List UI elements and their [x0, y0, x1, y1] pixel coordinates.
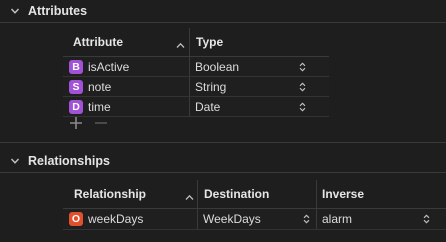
relationships-section-title: Relationships — [28, 154, 110, 168]
column-header-attribute-label: Attribute — [73, 35, 123, 49]
column-divider — [189, 57, 190, 76]
attribute-type-popup[interactable]: Boolean — [195, 57, 239, 76]
popup-chevron-updown-icon[interactable] — [299, 57, 306, 76]
plus-icon — [70, 117, 82, 129]
column-divider[interactable] — [316, 180, 317, 208]
section-divider — [0, 22, 446, 23]
column-divider — [197, 209, 198, 229]
section-divider — [0, 172, 446, 173]
attributes-section-title: Attributes — [28, 4, 88, 18]
attribute-row-isActive[interactable]: B isActive Boolean — [63, 57, 329, 77]
column-header-relationship[interactable]: Relationship — [74, 180, 146, 208]
relationships-section-header[interactable]: Relationships — [0, 150, 446, 172]
relationship-name[interactable]: weekDays — [88, 212, 143, 226]
relationship-row-weekDays[interactable]: O weekDays WeekDays alarm — [63, 209, 446, 230]
attribute-type-popup[interactable]: String — [195, 77, 226, 96]
remove-attribute-button[interactable] — [94, 116, 108, 133]
relationships-table-header: Relationship Destination Inverse — [63, 180, 446, 209]
column-header-inverse-label: Inverse — [322, 187, 365, 201]
column-header-relationship-label: Relationship — [74, 187, 147, 201]
boolean-type-icon: B — [69, 59, 83, 74]
sort-chevron-up-icon[interactable] — [185, 190, 194, 204]
disclosure-chevron-down-icon[interactable] — [10, 156, 20, 166]
attribute-type-value: String — [195, 79, 227, 94]
attribute-type-value: Boolean — [195, 59, 240, 74]
column-header-destination[interactable]: Destination — [204, 180, 269, 208]
popup-chevron-updown-icon[interactable] — [299, 97, 306, 116]
attribute-name[interactable]: time — [88, 100, 111, 114]
string-type-icon: S — [69, 79, 83, 94]
attribute-name[interactable]: note — [88, 80, 111, 94]
attribute-type-value: Date — [195, 99, 221, 114]
column-header-inverse[interactable]: Inverse — [322, 180, 364, 208]
attribute-type-popup[interactable]: Date — [195, 97, 220, 116]
column-header-type[interactable]: Type — [196, 28, 223, 56]
attributes-table: Attribute Type B isActive Boolean S note… — [63, 28, 329, 117]
destination-popup[interactable]: WeekDays — [203, 209, 261, 229]
column-header-type-label: Type — [196, 35, 224, 49]
disclosure-chevron-down-icon[interactable] — [10, 6, 20, 16]
column-header-attribute[interactable]: Attribute — [73, 28, 123, 56]
relationships-table: Relationship Destination Inverse O weekD… — [63, 180, 446, 230]
section-divider — [0, 142, 446, 143]
column-divider[interactable] — [189, 28, 190, 56]
date-type-icon: D — [69, 99, 83, 114]
destination-value: WeekDays — [203, 212, 261, 226]
column-divider — [189, 97, 190, 116]
popup-chevron-updown-icon[interactable] — [303, 209, 310, 229]
popup-chevron-updown-icon[interactable] — [423, 209, 430, 229]
inverse-value: alarm — [322, 212, 353, 226]
attribute-row-time[interactable]: D time Date — [63, 97, 329, 117]
attributes-table-header: Attribute Type — [63, 28, 329, 57]
attribute-name[interactable]: isActive — [88, 60, 129, 74]
column-header-destination-label: Destination — [204, 187, 270, 201]
column-divider[interactable] — [197, 180, 198, 208]
minus-icon — [95, 122, 107, 124]
column-divider — [189, 77, 190, 96]
sort-chevron-up-icon[interactable] — [176, 38, 185, 52]
column-divider — [316, 209, 317, 229]
attributes-section-header[interactable]: Attributes — [0, 0, 446, 22]
inverse-popup[interactable]: alarm — [322, 209, 352, 229]
attribute-row-note[interactable]: S note String — [63, 77, 329, 97]
popup-chevron-updown-icon[interactable] — [299, 77, 306, 96]
add-attribute-button[interactable] — [69, 116, 83, 133]
to-one-relationship-icon: O — [69, 212, 83, 226]
